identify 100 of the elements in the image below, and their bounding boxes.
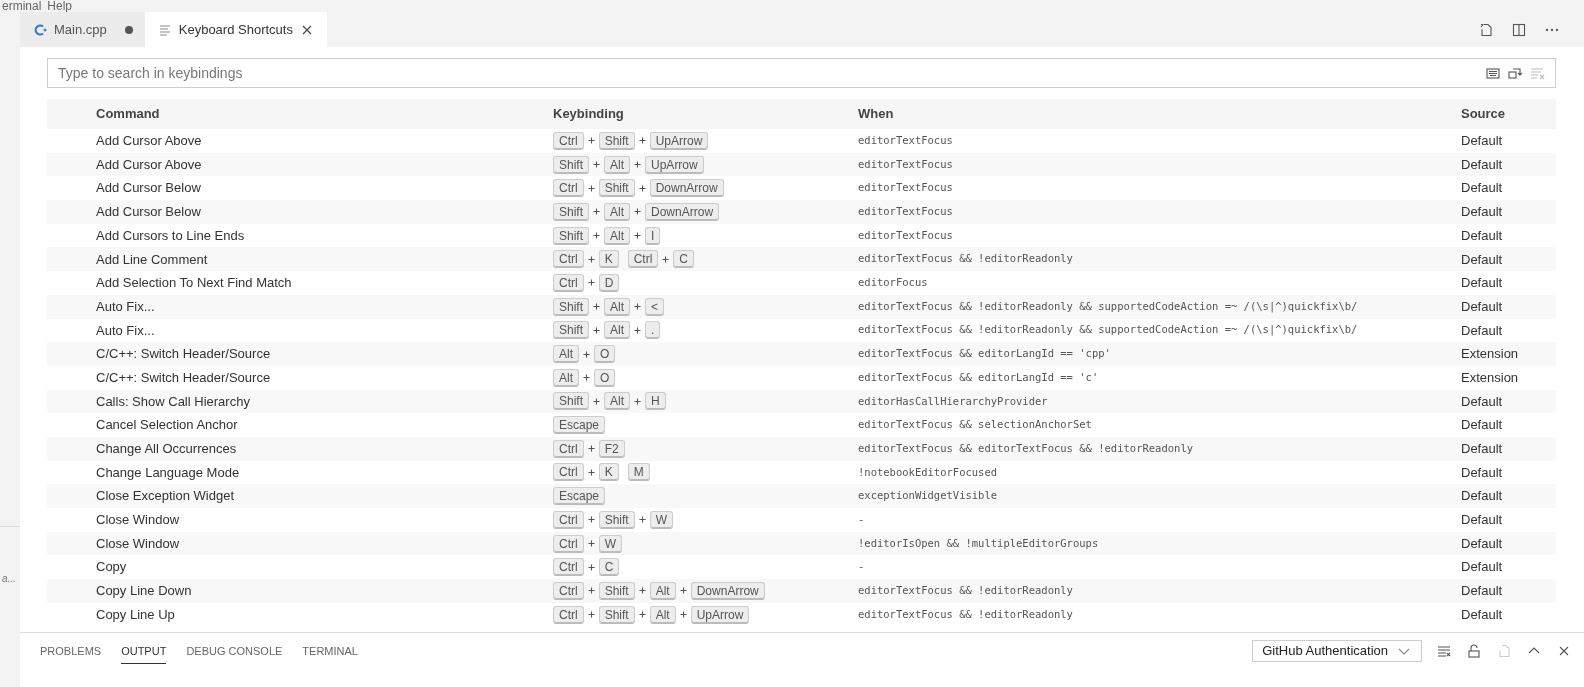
column-header: Command: [96, 105, 161, 124]
keyboard-icon[interactable]: [1485, 65, 1501, 81]
output-channel-dropdown[interactable]: GitHub Authentication: [1252, 640, 1422, 662]
panel-tab[interactable]: DEBUG CONSOLE: [186, 643, 283, 664]
key-cap: Alt: [604, 202, 631, 221]
when-cell-text: exceptionWidgetVisible: [858, 488, 999, 504]
plus-icon: [583, 374, 590, 382]
when-cell-text: editorTextFocus: [858, 204, 954, 220]
split-editor-icon[interactable]: [1511, 21, 1527, 38]
key-cap: Ctrl: [553, 605, 584, 624]
when-cell-text: editorTextFocus && editorLangId == 'cpp': [858, 346, 1112, 362]
command-cell-text: Copy: [96, 558, 128, 577]
key-cap: Alt: [604, 321, 631, 340]
panel-tab[interactable]: OUTPUT: [121, 643, 167, 664]
sort-icon[interactable]: [1507, 65, 1523, 81]
key-cap: Shift: [598, 179, 635, 198]
when-cell-text: editorTextFocus: [858, 156, 954, 172]
source-cell-text: Default: [1461, 203, 1503, 222]
key-cap: K: [598, 250, 619, 269]
key-cap: Shift: [598, 510, 635, 529]
when-cell-text: editorTextFocus && !editorReadonly && supportedCodeAction =~ /(\s|^)quickfix\b/: [858, 298, 1359, 315]
command-cell-text: Calls: Show Call Hierarchy: [96, 392, 251, 411]
key-cap: O: [594, 345, 616, 364]
menu-item[interactable]: erminal: [2, 0, 42, 12]
key-cap: D: [598, 273, 620, 292]
key-cap: .: [645, 321, 661, 340]
plus-icon: [587, 137, 595, 145]
plus-icon: [638, 137, 646, 145]
plus-icon: [587, 516, 595, 524]
key-cap: Ctrl: [553, 179, 584, 198]
source-cell-text: Default: [1461, 250, 1503, 269]
key-cap: Ctrl: [553, 250, 584, 269]
source-cell-text: Default: [1461, 179, 1503, 198]
command-cell-text: Change All Occurrences: [96, 440, 238, 459]
key-cap: H: [645, 392, 666, 411]
when-cell-text: editorTextFocus: [858, 227, 954, 243]
source-cell-text: Default: [1461, 155, 1503, 174]
command-cell-text: Auto Fix...: [96, 297, 156, 316]
editor-tab[interactable]: Keyboard Shortcuts: [144, 12, 327, 47]
key-cap: Ctrl: [553, 558, 584, 577]
editor-tab[interactable]: Main.cpp: [20, 12, 145, 47]
plus-icon: [593, 326, 600, 334]
key-cap: Ctrl: [553, 273, 584, 292]
menu-item[interactable]: Help: [47, 0, 73, 12]
plus-icon: [587, 563, 595, 571]
when-cell-text: editorTextFocus && !editorReadonly && supportedCodeAction =~ /(\s|^)quickfix\b/: [858, 322, 1359, 338]
plus-icon: [587, 587, 595, 595]
key-cap: C: [673, 250, 695, 269]
search-bar[interactable]: Type to search in keybindings: [47, 58, 1556, 88]
key-cap: Alt: [604, 155, 631, 174]
key-cap: UpArrow: [690, 605, 750, 624]
key-cap: Alt: [649, 581, 676, 600]
panel-tab[interactable]: PROBLEMS: [40, 643, 102, 664]
key-cap: Ctrl: [553, 534, 584, 553]
search-field[interactable]: Type to search in keybindings: [58, 62, 1485, 84]
key-cap: Shift: [553, 321, 589, 340]
plus-icon: [638, 611, 646, 619]
plus-icon: [587, 445, 595, 453]
source-cell-text: Default: [1461, 534, 1503, 553]
plus-icon: [583, 350, 590, 358]
key-cap: Shift: [598, 131, 635, 150]
when-cell-text: !notebookEditorFocused: [858, 464, 999, 480]
command-cell-text: Auto Fix...: [96, 321, 156, 340]
open-file-icon[interactable]: [1478, 21, 1494, 38]
key-cap: Ctrl: [553, 439, 584, 458]
when-cell-text: editorTextFocus && !editorReadonly: [858, 583, 1074, 599]
plus-icon: [587, 611, 595, 619]
plus-icon: [679, 611, 687, 619]
key-cap: Escape: [553, 416, 606, 435]
unlock-icon[interactable]: [1466, 643, 1482, 659]
command-cell-text: C/C++: Switch Header/Source: [96, 368, 272, 387]
plus-icon: [593, 208, 600, 216]
key-cap: O: [594, 368, 616, 387]
column-header: Keybinding: [553, 105, 625, 124]
c-plus-plus-icon: [32, 21, 48, 38]
source-cell-text: Default: [1461, 487, 1503, 506]
key-cap: Alt: [553, 368, 579, 387]
source-cell-text: Default: [1461, 605, 1503, 624]
clear-output-icon[interactable]: [1436, 643, 1452, 659]
command-cell-text: Add Cursors to Line Ends: [96, 226, 246, 245]
plus-icon: [634, 397, 642, 405]
key-cap: M: [627, 463, 650, 482]
plus-icon: [634, 161, 642, 169]
when-cell-text: !editorIsOpen && !multipleEditorGroups: [858, 535, 1100, 551]
when-cell-text: editorTextFocus && selectionAnchorSet: [858, 417, 1093, 433]
plus-icon: [679, 587, 687, 595]
key-cap: Shift: [553, 202, 589, 221]
command-cell-text: Add Cursor Above: [96, 132, 203, 151]
column-header: When: [858, 105, 895, 124]
key-cap: Ctrl: [553, 510, 584, 529]
key-cap: UpArrow: [645, 155, 704, 174]
plus-icon: [587, 468, 595, 476]
command-cell-text: Add Line Comment: [96, 250, 209, 269]
key-cap: F2: [598, 439, 625, 458]
source-cell-text: Default: [1461, 440, 1503, 459]
key-cap: Alt: [604, 297, 631, 316]
key-cap: K: [598, 463, 619, 482]
key-cap: Shift: [553, 392, 589, 411]
plus-icon: [587, 540, 595, 548]
panel-tab[interactable]: TERMINAL: [302, 643, 358, 664]
